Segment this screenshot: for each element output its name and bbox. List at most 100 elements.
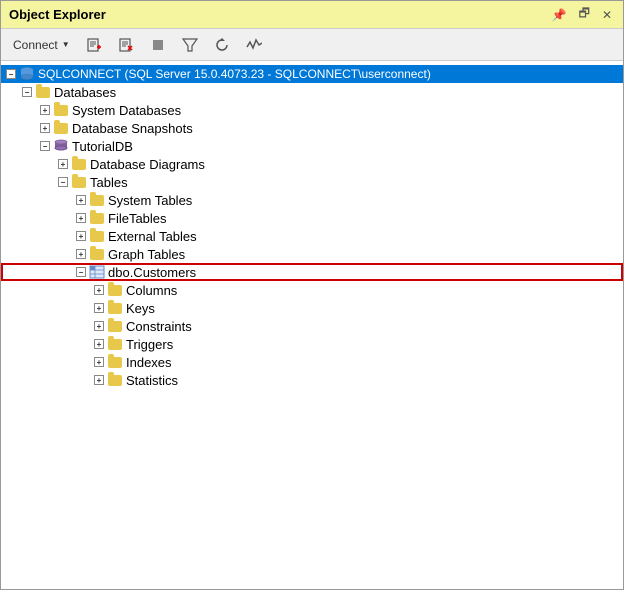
columns-expand[interactable]: +	[91, 282, 107, 298]
connect-button[interactable]: Connect ▼	[7, 35, 76, 55]
indexes-expand[interactable]: +	[91, 354, 107, 370]
disconnect-icon	[118, 37, 134, 53]
filter-icon	[182, 37, 198, 53]
external-tables-row[interactable]: + External Tables	[1, 227, 623, 245]
stop-icon	[150, 37, 166, 53]
connect-dropdown-arrow: ▼	[62, 40, 70, 49]
file-tables-row[interactable]: + FileTables	[1, 209, 623, 227]
constraints-label: Constraints	[126, 319, 192, 334]
file-tables-icon	[89, 210, 105, 226]
close-button[interactable]: ✕	[599, 8, 615, 22]
graph-tables-expand[interactable]: +	[73, 246, 89, 262]
database-icon	[53, 138, 69, 154]
tables-node: − Tables	[1, 173, 623, 389]
db-diagrams-row[interactable]: + Database Diagrams	[1, 155, 623, 173]
system-databases-expand[interactable]: +	[37, 102, 53, 118]
db-snapshots-row[interactable]: + Database Snapshots	[1, 119, 623, 137]
pin-button[interactable]: 📌	[549, 8, 570, 22]
constraints-row[interactable]: + Constraints	[1, 317, 623, 335]
columns-node: + Columns	[1, 281, 623, 299]
tutorialdb-node: −	[1, 137, 623, 389]
db-diagrams-icon	[71, 156, 87, 172]
system-databases-icon	[53, 102, 69, 118]
indexes-row[interactable]: + Indexes	[1, 353, 623, 371]
system-tables-node: + System Tables	[1, 191, 623, 209]
window-title: Object Explorer	[9, 7, 106, 22]
toolbar: Connect ▼	[1, 29, 623, 61]
external-tables-icon	[89, 228, 105, 244]
dbo-customers-table-icon	[89, 264, 105, 280]
system-tables-row[interactable]: + System Tables	[1, 191, 623, 209]
triggers-row[interactable]: + Triggers	[1, 335, 623, 353]
new-query-button[interactable]	[80, 34, 108, 56]
tutorialdb-label: TutorialDB	[72, 139, 133, 154]
dbo-customers-row[interactable]: −	[1, 263, 623, 281]
tables-expand[interactable]: −	[55, 174, 71, 190]
graph-tables-icon	[89, 246, 105, 262]
triggers-expand[interactable]: +	[91, 336, 107, 352]
file-tables-label: FileTables	[108, 211, 167, 226]
databases-node: − Databases	[1, 83, 623, 389]
databases-folder-icon	[35, 84, 51, 100]
db-diagrams-label: Database Diagrams	[90, 157, 205, 172]
db-snapshots-label: Database Snapshots	[72, 121, 193, 136]
statistics-node: + Statistics	[1, 371, 623, 389]
graph-tables-node: + Graph Tables	[1, 245, 623, 263]
table-icon	[89, 264, 105, 280]
stop-button[interactable]	[144, 34, 172, 56]
server-icon-container	[19, 66, 35, 82]
keys-icon	[107, 300, 123, 316]
file-tables-expand[interactable]: +	[73, 210, 89, 226]
indexes-icon	[107, 354, 123, 370]
columns-row[interactable]: + Columns	[1, 281, 623, 299]
tables-row[interactable]: − Tables	[1, 173, 623, 191]
file-tables-node: + FileTables	[1, 209, 623, 227]
databases-expand[interactable]: −	[19, 84, 35, 100]
constraints-icon	[107, 318, 123, 334]
constraints-expand[interactable]: +	[91, 318, 107, 334]
system-databases-row[interactable]: + System Databases	[1, 101, 623, 119]
server-label: SQLCONNECT (SQL Server 15.0.4073.23 - SQ…	[38, 67, 431, 81]
server-row[interactable]: − SQLCONNECT (SQL Server 15.0.4073.23 - …	[1, 65, 623, 83]
databases-row[interactable]: − Databases	[1, 83, 623, 101]
disconnect-button[interactable]	[112, 34, 140, 56]
graph-tables-row[interactable]: + Graph Tables	[1, 245, 623, 263]
title-bar-controls: 📌 🗗 ✕	[549, 4, 615, 25]
system-tables-label: System Tables	[108, 193, 192, 208]
tutorialdb-expand[interactable]: −	[37, 138, 53, 154]
activity-monitor-button[interactable]	[240, 34, 268, 56]
dbo-customers-node: −	[1, 263, 623, 389]
external-tables-label: External Tables	[108, 229, 197, 244]
object-explorer-window: Object Explorer 📌 🗗 ✕ Connect ▼	[0, 0, 624, 590]
keys-row[interactable]: + Keys	[1, 299, 623, 317]
tree-content[interactable]: − SQLCONNECT (SQL Server 15.0.4073.23 - …	[1, 61, 623, 589]
db-snapshots-node: + Database Snapshots	[1, 119, 623, 137]
db-diagrams-node: + Database Diagrams	[1, 155, 623, 173]
db-snapshots-expand[interactable]: +	[37, 120, 53, 136]
refresh-button[interactable]	[208, 34, 236, 56]
indexes-label: Indexes	[126, 355, 172, 370]
constraints-node: + Constraints	[1, 317, 623, 335]
columns-label: Columns	[126, 283, 177, 298]
tutorialdb-row[interactable]: −	[1, 137, 623, 155]
title-bar: Object Explorer 📌 🗗 ✕	[1, 1, 623, 29]
keys-expand[interactable]: +	[91, 300, 107, 316]
restore-button[interactable]: 🗗	[576, 4, 593, 25]
statistics-row[interactable]: + Statistics	[1, 371, 623, 389]
filter-button[interactable]	[176, 34, 204, 56]
statistics-icon	[107, 372, 123, 388]
dbo-customers-label: dbo.Customers	[108, 265, 196, 280]
triggers-node: + Triggers	[1, 335, 623, 353]
statistics-expand[interactable]: +	[91, 372, 107, 388]
dbo-customers-expand[interactable]: −	[73, 264, 89, 280]
tutorialdb-icon	[53, 138, 69, 154]
server-expand[interactable]: −	[3, 66, 19, 82]
statistics-label: Statistics	[126, 373, 178, 388]
db-diagrams-expand[interactable]: +	[55, 156, 71, 172]
server-cylinder-icon	[19, 66, 35, 82]
external-tables-expand[interactable]: +	[73, 228, 89, 244]
system-databases-node: + System Databases	[1, 101, 623, 119]
columns-icon	[107, 282, 123, 298]
system-tables-expand[interactable]: +	[73, 192, 89, 208]
system-databases-label: System Databases	[72, 103, 181, 118]
